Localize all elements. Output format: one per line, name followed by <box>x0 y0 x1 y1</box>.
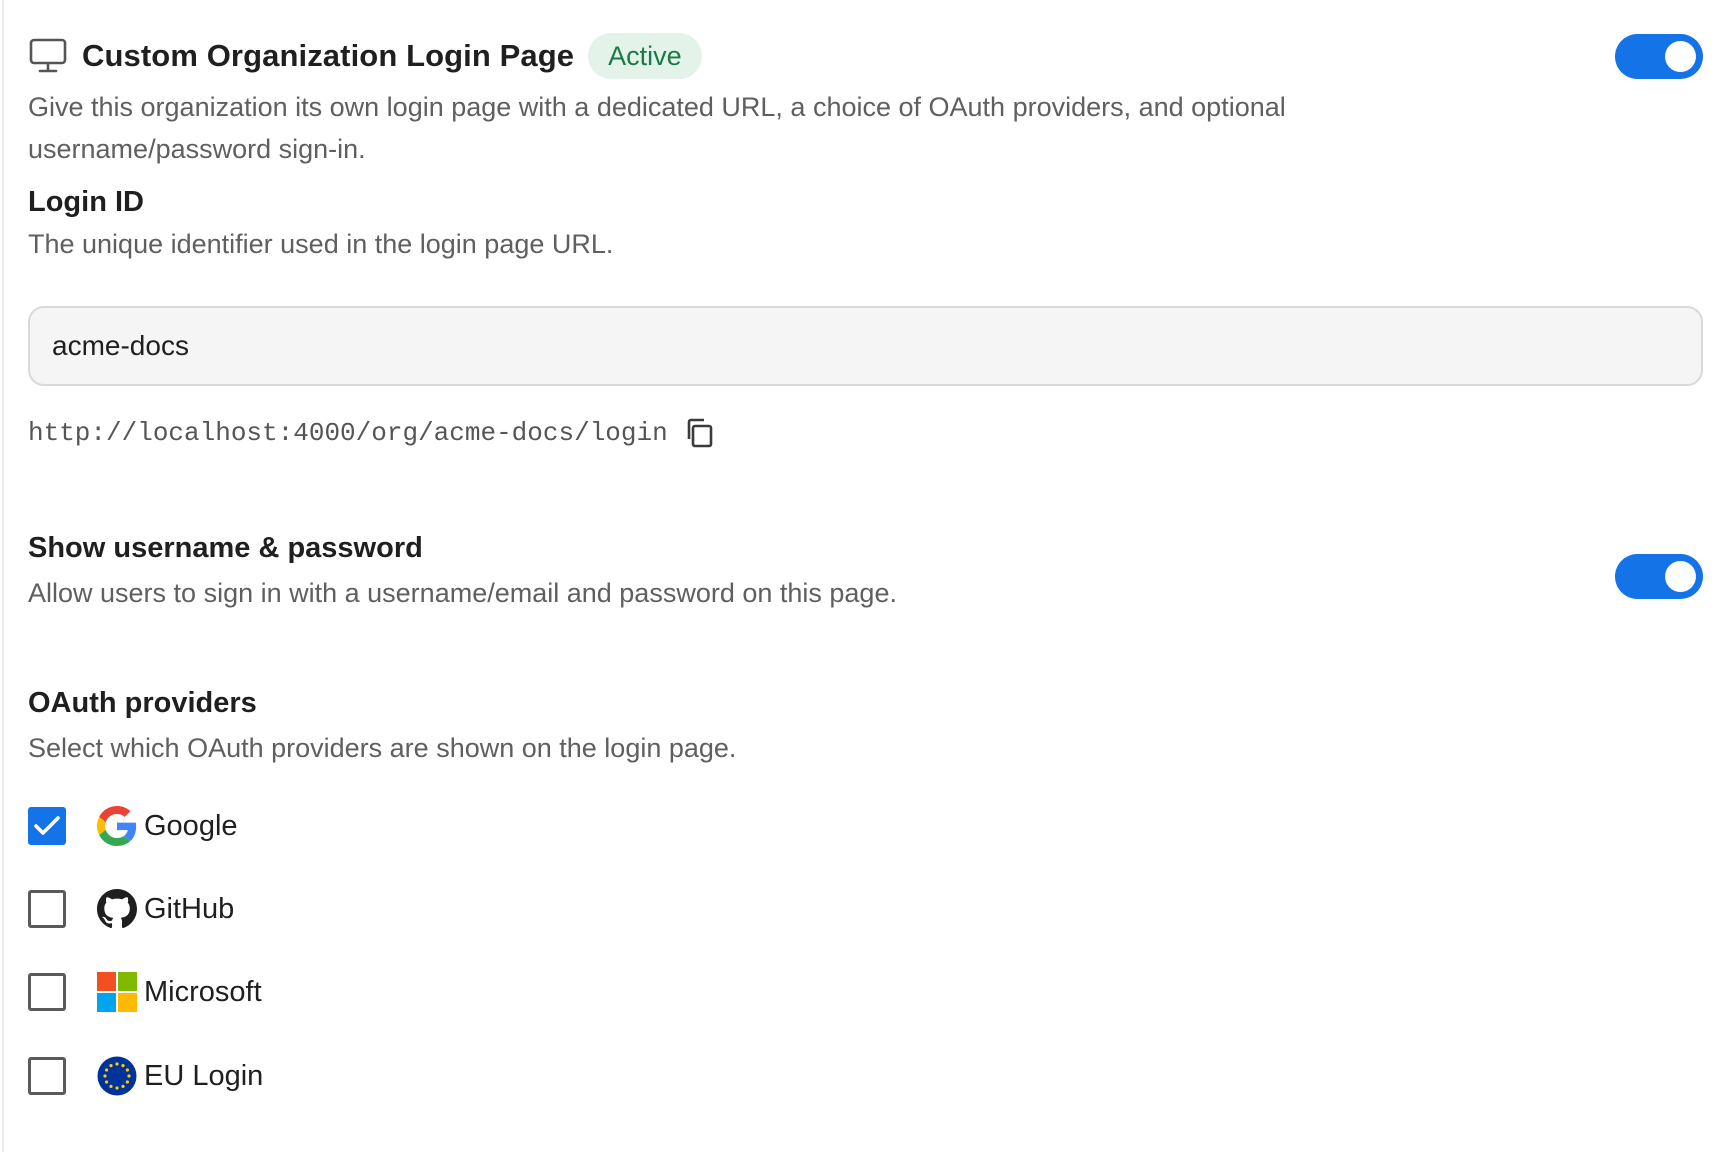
eu-login-checkbox[interactable] <box>28 1057 66 1095</box>
oauth-providers-label: OAuth providers <box>28 687 257 719</box>
checkmark-icon <box>34 816 60 835</box>
username-password-help: Allow users to sign in with a username/e… <box>28 578 897 608</box>
provider-name-google: Google <box>144 809 238 842</box>
login-id-input[interactable] <box>28 306 1703 386</box>
microsoft-icon <box>96 971 138 1013</box>
provider-name-eu-login: EU Login <box>144 1059 264 1092</box>
login-id-help: The unique identifier used in the login … <box>28 229 614 259</box>
username-password-label: Show username & password <box>28 532 423 564</box>
provider-row-google: Google <box>28 804 238 848</box>
provider-name-microsoft: Microsoft <box>144 975 262 1008</box>
provider-name-github: GitHub <box>144 892 235 925</box>
google-checkbox[interactable] <box>28 807 66 845</box>
oauth-providers-help: Select which OAuth providers are shown o… <box>28 733 737 763</box>
provider-row-github: GitHub <box>28 887 234 931</box>
enable-custom-login-toggle[interactable] <box>1615 34 1703 79</box>
left-divider <box>2 0 4 1152</box>
microsoft-checkbox[interactable] <box>28 973 66 1011</box>
github-icon <box>96 888 138 930</box>
page-title: Custom Organization Login Page <box>82 38 575 73</box>
eu-flag-icon <box>96 1055 138 1097</box>
status-badge: Active <box>588 33 702 79</box>
toggle-knob <box>1665 41 1696 72</box>
username-password-toggle[interactable] <box>1615 554 1703 599</box>
monitor-icon <box>28 36 68 76</box>
feature-description: Give this organization its own login pag… <box>28 92 1286 164</box>
toggle-knob <box>1665 561 1696 592</box>
copy-icon[interactable] <box>682 415 716 451</box>
login-url: http://localhost:4000/org/acme-docs/logi… <box>28 418 668 448</box>
provider-row-microsoft: Microsoft <box>28 970 262 1014</box>
provider-row-eu-login: EU Login <box>28 1054 263 1098</box>
feature-header: Custom Organization Login Page Active <box>28 30 1703 82</box>
google-icon <box>96 805 138 847</box>
login-url-row: http://localhost:4000/org/acme-docs/logi… <box>28 413 716 453</box>
github-checkbox[interactable] <box>28 890 66 928</box>
login-id-label: Login ID <box>28 186 144 218</box>
